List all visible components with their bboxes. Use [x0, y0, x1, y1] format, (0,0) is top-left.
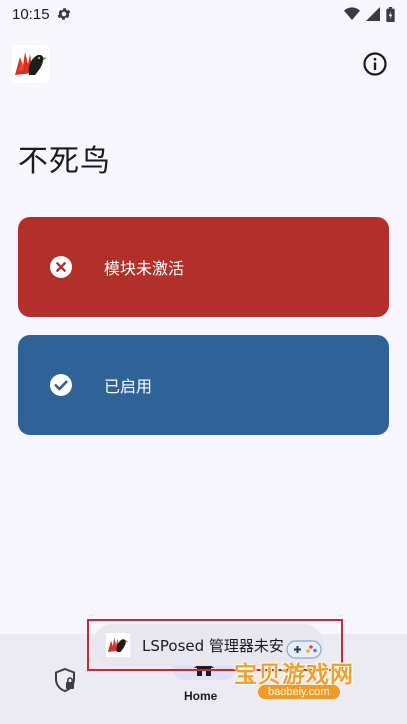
- wifi-icon: [344, 7, 360, 21]
- battery-icon: [386, 6, 395, 22]
- page-title: 不死鸟: [18, 144, 111, 179]
- enabled-status-card[interactable]: 已启用: [18, 335, 389, 435]
- x-circle-icon: [50, 256, 72, 278]
- watermark-title: 宝贝游戏网: [234, 662, 354, 688]
- module-status-label: 模块未激活: [104, 259, 185, 278]
- shield-lock-icon[interactable]: [53, 667, 77, 693]
- check-circle-icon: [50, 374, 72, 396]
- phoenix-logo-icon: [15, 52, 47, 75]
- module-status-card[interactable]: 模块未激活: [18, 217, 389, 317]
- settings-icon: [57, 8, 70, 20]
- status-bar: 10:15: [0, 0, 407, 28]
- nav-home-label[interactable]: Home: [184, 689, 217, 703]
- watermark-url: baobeiy.com: [258, 685, 340, 699]
- status-indicators: [344, 6, 395, 22]
- signal-icon: [366, 7, 380, 21]
- app-logo: [12, 45, 50, 83]
- status-time: 10:15: [12, 5, 50, 23]
- info-icon[interactable]: [362, 51, 388, 77]
- enabled-status-label: 已启用: [104, 377, 153, 396]
